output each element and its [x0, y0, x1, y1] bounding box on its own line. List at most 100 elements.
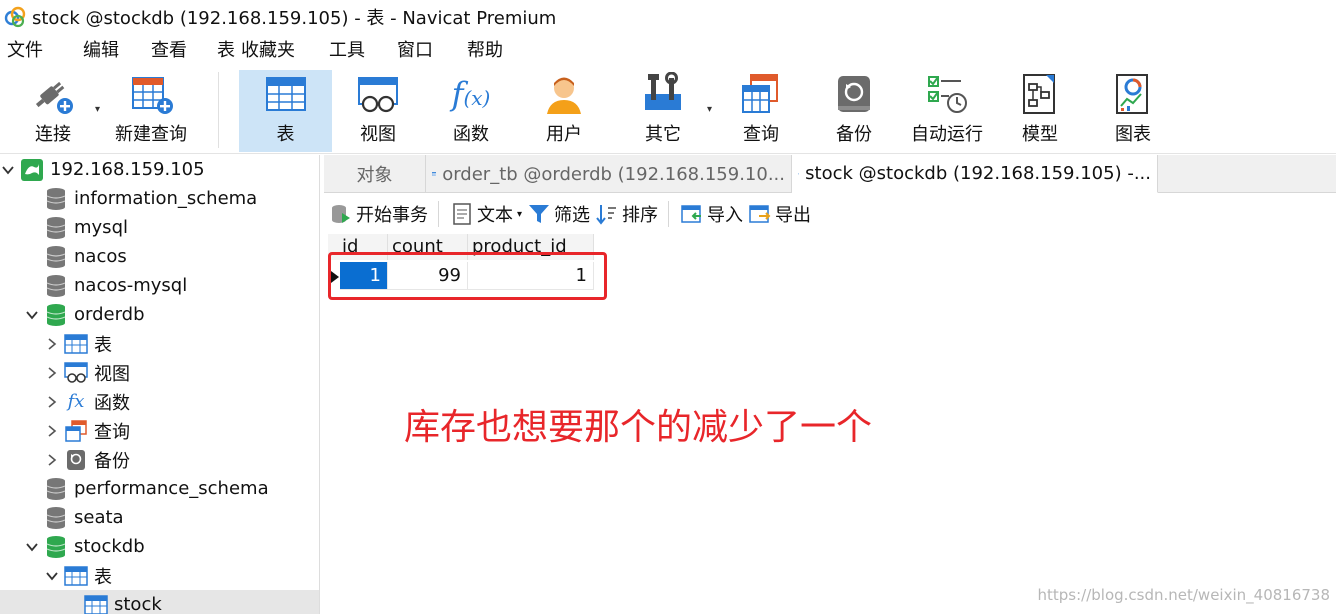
filter-label: 筛选: [554, 205, 591, 226]
import-icon: [681, 203, 703, 225]
tree-db-nacos-mysql[interactable]: nacos-mysql: [24, 271, 187, 300]
tab-label: 对象: [356, 165, 393, 186]
text-label: 文本: [477, 205, 513, 226]
tree-db-orderdb[interactable]: orderdb: [24, 300, 145, 329]
filter-funnel-icon: [528, 203, 550, 225]
tree-db-seata[interactable]: seata: [24, 503, 124, 532]
begin-transaction-button[interactable]: 开始事务: [330, 195, 428, 233]
tree-table-stock[interactable]: stock: [0, 590, 319, 614]
tree-orderdb-views[interactable]: 视图: [44, 358, 130, 387]
view-label: 视图: [360, 124, 396, 145]
query-label: 查询: [743, 124, 779, 145]
menu-bar: 文件 编辑 查看 表 收藏夹 工具 窗口 帮助: [0, 34, 1336, 68]
tree-connection[interactable]: 192.168.159.105: [0, 155, 205, 184]
table-icon: [64, 564, 88, 588]
menu-edit[interactable]: 编辑: [76, 34, 126, 68]
database-icon: [44, 216, 68, 240]
text-document-icon: [451, 203, 473, 225]
tree-label: 函数: [94, 392, 130, 414]
tree-orderdb-tables[interactable]: 表: [44, 329, 112, 358]
other-label: 其它: [645, 124, 681, 145]
new-query-button[interactable]: 新建查询: [110, 70, 192, 152]
tree-orderdb-functions[interactable]: fx 函数: [44, 387, 130, 416]
dropdown-caret-icon: ▾: [94, 104, 100, 115]
tab-objects[interactable]: 对象: [324, 155, 426, 193]
query-button[interactable]: 查询: [724, 70, 798, 152]
dropdown-caret-icon: ▾: [517, 208, 523, 220]
chevron-down-icon[interactable]: [0, 162, 16, 178]
export-icon: [749, 203, 771, 225]
table-label: 表: [276, 124, 295, 145]
db-label: orderdb: [74, 304, 145, 325]
other-button[interactable]: 其它 ▾: [626, 70, 712, 152]
chart-button[interactable]: 图表: [1100, 70, 1166, 152]
user-icon: [542, 72, 586, 116]
view-glasses-icon: [356, 72, 400, 116]
model-button[interactable]: 模型: [1008, 70, 1072, 152]
export-label: 导出: [775, 205, 812, 226]
plug-icon: [31, 72, 75, 116]
table-button[interactable]: 表: [239, 70, 332, 152]
tree-stockdb-tables[interactable]: 表: [44, 561, 112, 590]
filter-button[interactable]: 筛选: [528, 195, 590, 233]
backup-button[interactable]: 备份: [818, 70, 890, 152]
tab-stock[interactable]: stock @stockdb (192.168.159.105) -...: [792, 155, 1158, 193]
database-icon: [44, 274, 68, 298]
tree-orderdb-backups[interactable]: 备份: [44, 445, 130, 474]
tree-orderdb-queries[interactable]: 查询: [44, 416, 130, 445]
model-icon: [1018, 72, 1062, 116]
tree-label: stock: [114, 594, 162, 614]
tree-db-performance-schema[interactable]: performance_schema: [24, 474, 269, 503]
annotation-text: 库存也想要那个的减少了一个: [404, 407, 873, 448]
menu-help[interactable]: 帮助: [460, 34, 510, 68]
export-button[interactable]: 导出: [749, 195, 811, 233]
user-button[interactable]: 用户: [528, 70, 600, 152]
table-icon: [432, 172, 437, 176]
chevron-right-icon[interactable]: [44, 394, 60, 410]
import-button[interactable]: 导入: [681, 195, 743, 233]
watermark: https://blog.csdn.net/weixin_40816738: [1037, 586, 1330, 604]
menu-tools[interactable]: 工具: [322, 34, 372, 68]
transaction-icon: [330, 203, 352, 225]
auto-run-button[interactable]: 自动运行: [906, 70, 988, 152]
chevron-down-icon[interactable]: [24, 307, 40, 323]
db-label: information_schema: [74, 188, 258, 209]
tools-icon: [641, 72, 685, 116]
tree-db-nacos[interactable]: nacos: [24, 242, 127, 271]
sort-button[interactable]: 排序: [596, 195, 658, 233]
connect-button[interactable]: 连接 ▾: [18, 70, 100, 152]
chevron-right-icon[interactable]: [44, 423, 60, 439]
sort-label: 排序: [622, 205, 659, 226]
chart-icon: [1111, 72, 1155, 116]
text-button[interactable]: 文本 ▾: [451, 195, 522, 233]
tree-db-stockdb[interactable]: stockdb: [24, 532, 145, 561]
begin-transaction-label: 开始事务: [356, 205, 428, 226]
editor-tabs: 对象 order_tb @orderdb (192.168.159.10... …: [324, 155, 1336, 193]
tree-db-mysql[interactable]: mysql: [24, 213, 128, 242]
function-button[interactable]: f(x) 函数: [435, 70, 507, 152]
chevron-right-icon[interactable]: [44, 365, 60, 381]
view-button[interactable]: 视图: [340, 70, 416, 152]
menu-view[interactable]: 查看: [144, 34, 194, 68]
toolbar-separator: [218, 72, 219, 148]
db-label: nacos-mysql: [74, 275, 188, 296]
db-label: performance_schema: [74, 478, 269, 499]
menu-favorites[interactable]: 收藏夹: [234, 34, 302, 68]
database-icon: [44, 506, 68, 530]
chevron-right-icon[interactable]: [44, 452, 60, 468]
tab-order-tb[interactable]: order_tb @orderdb (192.168.159.10...: [426, 155, 792, 193]
db-label: nacos: [74, 246, 127, 267]
backup-icon: [832, 72, 876, 116]
function-label: 函数: [453, 124, 489, 145]
backup-icon: [64, 448, 88, 472]
menu-window[interactable]: 窗口: [390, 34, 440, 68]
tree-db-information-schema[interactable]: information_schema: [24, 184, 257, 213]
chevron-right-icon[interactable]: [44, 336, 60, 352]
query-icon: [64, 419, 88, 443]
menu-file[interactable]: 文件: [0, 34, 50, 68]
user-label: 用户: [546, 124, 582, 145]
chevron-down-icon[interactable]: [24, 539, 40, 555]
database-icon: [44, 187, 68, 211]
chevron-down-icon[interactable]: [44, 568, 60, 584]
function-fx-icon: f(x): [451, 75, 491, 113]
